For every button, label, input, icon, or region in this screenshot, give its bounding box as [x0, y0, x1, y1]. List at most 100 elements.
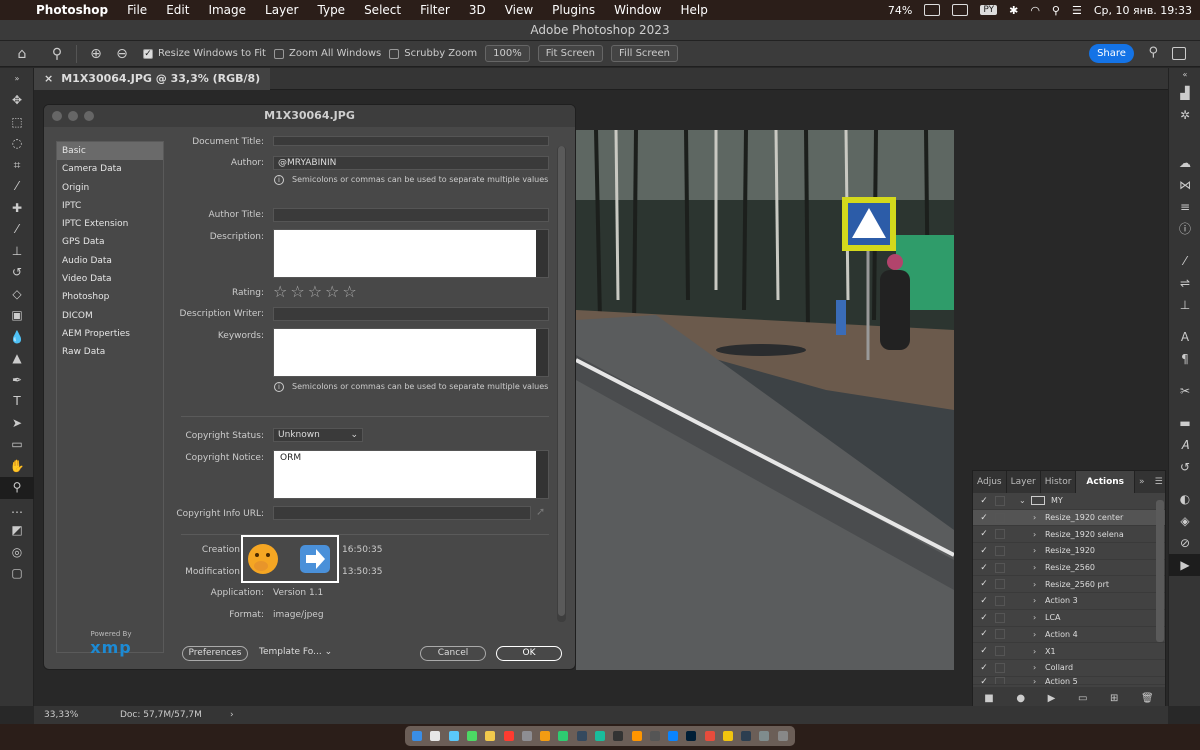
copyright-url-field[interactable] [273, 506, 531, 520]
move-tool-icon[interactable]: ✥ [0, 90, 34, 112]
color-icon[interactable]: ◐ [1169, 488, 1200, 510]
photoshop-icon[interactable] [686, 731, 697, 741]
check-icon[interactable]: ✓ [973, 677, 995, 684]
check-icon[interactable]: ✓ [973, 513, 995, 523]
category-video-data[interactable]: Video Data [57, 270, 163, 288]
close-tab-icon[interactable]: × [44, 72, 53, 85]
resize-windows-checkbox[interactable]: ✓ [143, 48, 153, 59]
bluetooth-icon[interactable]: ✱ [1009, 4, 1018, 17]
zoom-level[interactable]: 33,33% [44, 706, 78, 724]
chevron-right-icon[interactable]: › [1033, 677, 1045, 684]
dialog-toggle-box[interactable] [995, 562, 1005, 573]
pen-tool-icon[interactable]: ✒ [0, 370, 34, 392]
cancel-button[interactable]: Cancel [420, 646, 486, 661]
document-title-field[interactable] [273, 136, 549, 146]
menu-app[interactable]: Photoshop [36, 3, 108, 17]
dialog-toggle-box[interactable] [995, 579, 1005, 590]
screen-icon[interactable] [952, 4, 969, 16]
dialog-toggle-box[interactable] [995, 595, 1005, 606]
tab-history[interactable]: Histor [1041, 471, 1077, 493]
app-icon[interactable] [722, 731, 733, 741]
description-writer-field[interactable] [273, 307, 549, 321]
category-origin[interactable]: Origin [57, 179, 163, 197]
action-row[interactable]: ✓ › Resize_2560 [973, 560, 1165, 577]
messages-icon[interactable] [466, 731, 477, 741]
color-swatches-icon[interactable]: ◩ [0, 520, 34, 542]
category-audio-data[interactable]: Audio Data [57, 252, 163, 270]
battery-icon[interactable] [924, 4, 941, 16]
menu-help[interactable]: Help [680, 3, 707, 17]
wifi-icon[interactable]: ◠ [1030, 4, 1040, 17]
check-icon[interactable]: ✓ [973, 613, 995, 623]
screen-mode-icon[interactable]: ▢ [0, 563, 34, 585]
close-window-icon[interactable] [52, 111, 62, 121]
open-url-arrow-icon[interactable]: ➚ [536, 505, 545, 518]
trash-icon[interactable] [777, 731, 788, 741]
brush-tool-icon[interactable]: ⁄ [0, 219, 34, 241]
app-icon[interactable] [741, 731, 752, 741]
minimize-window-icon[interactable] [68, 111, 78, 121]
zoom-tool-icon[interactable]: ⚲ [44, 46, 70, 62]
app-icon[interactable] [668, 731, 679, 741]
actions-icon[interactable]: ▶ [1169, 554, 1200, 576]
safari-icon[interactable] [448, 731, 459, 741]
scrubby-zoom-checkbox[interactable] [389, 48, 400, 59]
properties-icon[interactable]: ▬ [1169, 412, 1200, 434]
layers-icon[interactable]: ◈ [1169, 510, 1200, 532]
action-row[interactable]: ✓ › Collard [973, 660, 1165, 677]
panel-menu-icon[interactable]: ☰ [1149, 471, 1169, 493]
actions-scrollbar[interactable] [1156, 500, 1164, 642]
dialog-toggle-box[interactable] [995, 629, 1005, 640]
crop-tool-icon[interactable]: ⌗ [0, 155, 34, 177]
dialog-toggle-box[interactable] [995, 495, 1005, 506]
description-field[interactable] [273, 229, 549, 278]
doc-size[interactable]: Doc: 57,7M/57,7M [120, 706, 202, 724]
collapse-panel-icon[interactable]: » [1135, 471, 1149, 493]
adjustments-icon[interactable]: ≡ [1169, 196, 1200, 218]
eyedropper-tool-icon[interactable]: ⁄ [0, 176, 34, 198]
chrome-icon[interactable] [485, 731, 496, 741]
gradient-tool-icon[interactable]: ▣ [0, 305, 34, 327]
tab-actions[interactable]: Actions [1076, 471, 1136, 493]
action-row[interactable]: ✓ › Action 4 [973, 627, 1165, 644]
glyphs-icon[interactable]: 𝐴 [1169, 434, 1200, 456]
lasso-tool-icon[interactable]: ◌ [0, 133, 34, 155]
author-title-field[interactable] [273, 208, 549, 222]
action-set-row[interactable]: ✓ ⌄ MY [973, 493, 1165, 510]
hand-tool-icon[interactable]: ✋ [0, 456, 34, 478]
quick-mask-icon[interactable]: ◎ [0, 542, 34, 564]
menu-view[interactable]: View [505, 3, 533, 17]
check-icon[interactable]: ✓ [973, 596, 995, 606]
chevron-right-icon[interactable]: › [230, 706, 234, 724]
menu-type[interactable]: Type [318, 3, 346, 17]
zoom-all-checkbox[interactable] [273, 48, 284, 59]
check-icon[interactable]: ✓ [973, 646, 995, 656]
app-icon[interactable] [558, 731, 569, 741]
chevron-right-icon[interactable]: › [1033, 613, 1045, 622]
paragraph-icon[interactable]: ¶ [1169, 348, 1200, 370]
check-icon[interactable]: ✓ [973, 496, 995, 506]
app-icon[interactable] [704, 731, 715, 741]
app-icon[interactable] [649, 731, 660, 741]
check-icon[interactable]: ✓ [973, 579, 995, 589]
chevron-right-icon[interactable]: › [1033, 580, 1045, 589]
fill-screen-button[interactable]: Fill Screen [611, 45, 678, 62]
menu-window[interactable]: Window [614, 3, 661, 17]
chevron-right-icon[interactable]: › [1033, 513, 1045, 522]
spotlight-search-icon[interactable]: ⚲ [1052, 4, 1060, 17]
app-icon[interactable] [576, 731, 587, 741]
zoom-100-button[interactable]: 100% [485, 45, 530, 62]
character-icon[interactable]: A [1169, 326, 1200, 348]
action-row[interactable]: ✓ › Resize_1920 selena [973, 526, 1165, 544]
chevron-right-icon[interactable]: › [1033, 596, 1045, 605]
finder-icon[interactable] [412, 731, 423, 741]
new-action-icon[interactable]: ⊞ [1110, 693, 1118, 704]
category-raw-data[interactable]: Raw Data [57, 343, 163, 361]
share-button[interactable]: Share [1089, 44, 1134, 63]
menu-edit[interactable]: Edit [166, 3, 189, 17]
illustrator-icon[interactable] [631, 731, 642, 741]
play-icon[interactable]: ▶ [1048, 693, 1056, 704]
menu-plugins[interactable]: Plugins [552, 3, 595, 17]
copyright-status-select[interactable]: Unknown ⌄ [273, 428, 363, 442]
menu-file[interactable]: File [127, 3, 147, 17]
